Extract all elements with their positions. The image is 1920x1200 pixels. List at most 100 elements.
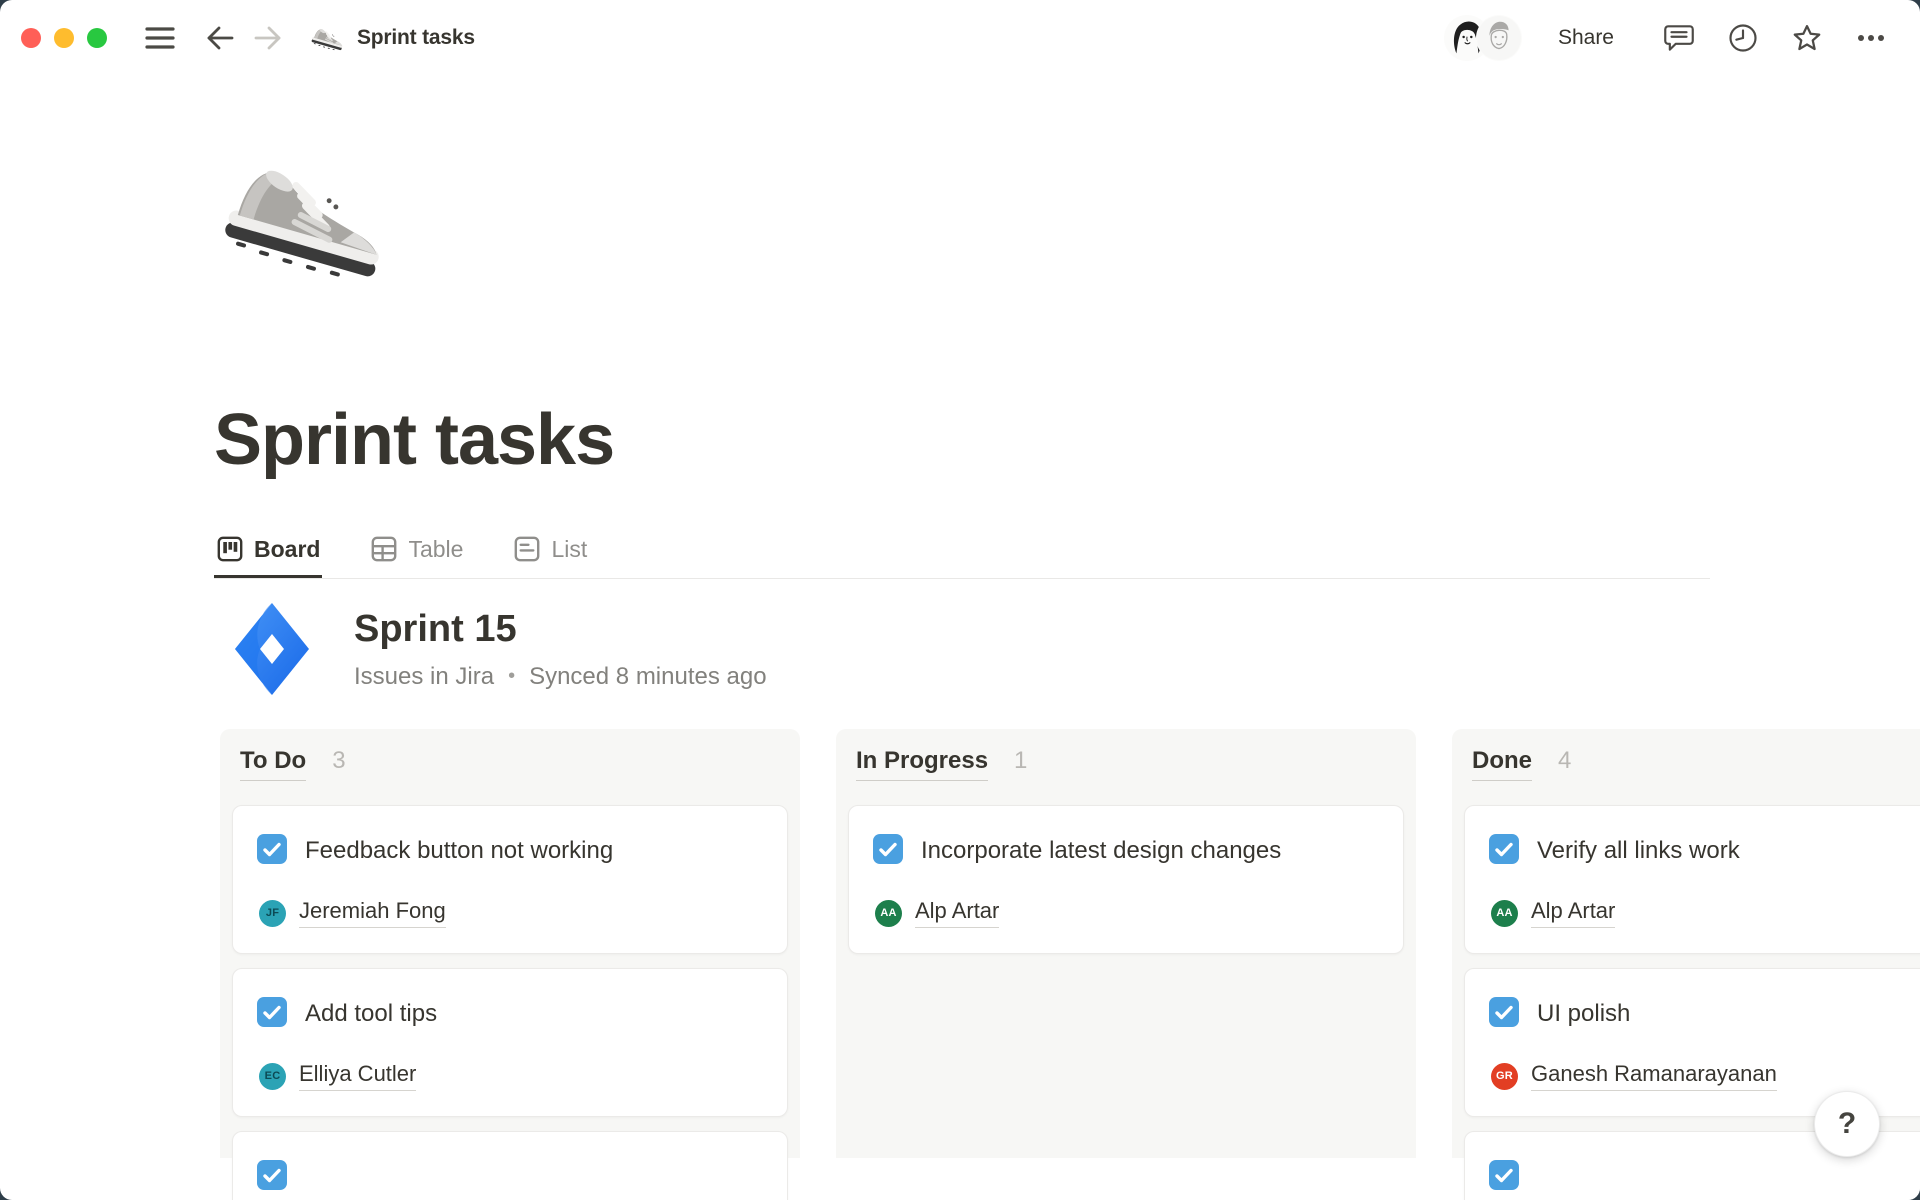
assignee-avatar: JF — [259, 900, 286, 927]
assignee-avatar: GR — [1491, 1063, 1518, 1090]
linked-database-header: Sprint 15 Issues in Jira • Synced 8 minu… — [232, 601, 1920, 697]
tab-list[interactable]: List — [511, 529, 589, 578]
task-assignee[interactable]: GR Ganesh Ramanarayanan — [1491, 1061, 1777, 1091]
notion-window: Sprint tasks Sha — [0, 0, 1920, 1200]
page-content: Sprint tasks Board Table — [0, 76, 1920, 1158]
star-icon — [1792, 20, 1822, 56]
sync-status: Issues in Jira • Synced 8 minutes ago — [354, 663, 767, 691]
assignee-avatar: AA — [1491, 900, 1518, 927]
collaborator-avatar-2 — [1476, 15, 1522, 61]
task-title: Add tool tips — [305, 995, 437, 1033]
separator-dot: • — [508, 665, 515, 688]
sidebar-toggle-button[interactable] — [141, 21, 179, 55]
column-count: 1 — [1014, 747, 1027, 775]
column-to-do: To Do 3 Feedback button not working JF — [220, 729, 800, 1158]
task-assignee[interactable]: AA Alp Artar — [875, 898, 999, 928]
list-view-icon — [513, 535, 541, 563]
column-header: In Progress 1 — [848, 745, 1404, 781]
task-card[interactable]: Incorporate latest design changes AA Alp… — [848, 805, 1404, 954]
assignee-initials: AA — [1496, 907, 1512, 919]
task-assignee[interactable]: AA Alp Artar — [1491, 898, 1615, 928]
more-options-button[interactable] — [1852, 19, 1890, 57]
tab-board-label: Board — [254, 536, 320, 563]
assignee-avatar: AA — [875, 900, 902, 927]
column-header: Done 4 — [1464, 745, 1920, 781]
task-assignee[interactable]: EC Elliya Cutler — [259, 1061, 416, 1091]
topbar: Sprint tasks Sha — [0, 0, 1920, 76]
comments-button[interactable] — [1660, 19, 1698, 57]
assignee-name: Jeremiah Fong — [299, 898, 446, 928]
task-checkbox[interactable] — [1489, 834, 1519, 864]
back-arrow-icon — [205, 24, 235, 52]
close-window-button[interactable] — [21, 28, 41, 48]
board-view-icon — [216, 535, 244, 563]
task-checkbox[interactable] — [257, 1160, 287, 1190]
share-button[interactable]: Share — [1548, 20, 1624, 56]
tab-table-label: Table — [408, 536, 463, 563]
page-title[interactable]: Sprint tasks — [214, 399, 1920, 481]
zoom-window-button[interactable] — [87, 28, 107, 48]
task-card-partial[interactable] — [232, 1131, 788, 1200]
task-card[interactable]: Add tool tips EC Elliya Cutler — [232, 968, 788, 1117]
checkmark-icon — [879, 842, 897, 857]
checkmark-icon — [1495, 1005, 1513, 1020]
assignee-name: Elliya Cutler — [299, 1061, 416, 1091]
view-tabs: Board Table List — [214, 529, 1710, 579]
assignee-avatar: EC — [259, 1063, 286, 1090]
assignee-initials: GR — [1496, 1070, 1513, 1082]
traffic-lights — [21, 28, 107, 48]
task-assignee[interactable]: JF Jeremiah Fong — [259, 898, 446, 928]
forward-arrow-icon — [253, 24, 283, 52]
collaborator-avatars[interactable] — [1444, 15, 1522, 61]
page-icon-large[interactable] — [222, 126, 402, 306]
jira-logo — [232, 601, 312, 697]
task-checkbox[interactable] — [257, 997, 287, 1027]
minimize-window-button[interactable] — [54, 28, 74, 48]
topbar-page-title: Sprint tasks — [357, 26, 475, 50]
favorite-button[interactable] — [1788, 19, 1826, 57]
column-in-progress: In Progress 1 Incorporate latest design … — [836, 729, 1416, 1158]
column-name[interactable]: To Do — [240, 747, 306, 781]
sync-time: Synced 8 minutes ago — [529, 663, 766, 691]
page-icon-small — [311, 20, 347, 56]
task-title: Verify all links work — [1537, 832, 1740, 870]
table-view-icon — [370, 535, 398, 563]
column-count: 3 — [332, 747, 345, 775]
task-checkbox[interactable] — [1489, 997, 1519, 1027]
assignee-name: Alp Artar — [915, 898, 999, 928]
checkmark-icon — [263, 842, 281, 857]
clock-icon — [1728, 20, 1758, 56]
task-title: UI polish — [1537, 995, 1630, 1033]
back-button[interactable] — [201, 20, 239, 56]
checkmark-icon — [263, 1005, 281, 1020]
hamburger-icon — [145, 25, 175, 51]
updates-button[interactable] — [1724, 19, 1762, 57]
comment-icon — [1664, 21, 1694, 55]
task-checkbox[interactable] — [1489, 1160, 1519, 1190]
help-button[interactable]: ? — [1814, 1091, 1880, 1157]
task-checkbox[interactable] — [873, 834, 903, 864]
assignee-initials: JF — [266, 907, 279, 919]
tab-list-label: List — [551, 536, 587, 563]
kanban-board: To Do 3 Feedback button not working JF — [220, 729, 1920, 1158]
assignee-name: Ganesh Ramanarayanan — [1531, 1061, 1777, 1091]
assignee-name: Alp Artar — [1531, 898, 1615, 928]
assignee-initials: AA — [880, 907, 896, 919]
task-card[interactable]: Verify all links work AA Alp Artar — [1464, 805, 1920, 954]
column-name[interactable]: In Progress — [856, 747, 988, 781]
tab-table[interactable]: Table — [368, 529, 465, 578]
checkmark-icon — [1495, 1168, 1513, 1183]
topbar-actions: Share — [1444, 15, 1890, 61]
task-title: Incorporate latest design changes — [921, 832, 1281, 870]
column-name[interactable]: Done — [1472, 747, 1532, 781]
checkmark-icon — [263, 1168, 281, 1183]
ellipsis-icon — [1856, 32, 1886, 44]
task-card[interactable]: Feedback button not working JF Jeremiah … — [232, 805, 788, 954]
assignee-initials: EC — [265, 1070, 281, 1082]
task-title: Feedback button not working — [305, 832, 613, 870]
sprint-title[interactable]: Sprint 15 — [354, 608, 767, 651]
tab-board[interactable]: Board — [214, 529, 322, 578]
task-checkbox[interactable] — [257, 834, 287, 864]
column-header: To Do 3 — [232, 745, 788, 781]
forward-button[interactable] — [249, 20, 287, 56]
